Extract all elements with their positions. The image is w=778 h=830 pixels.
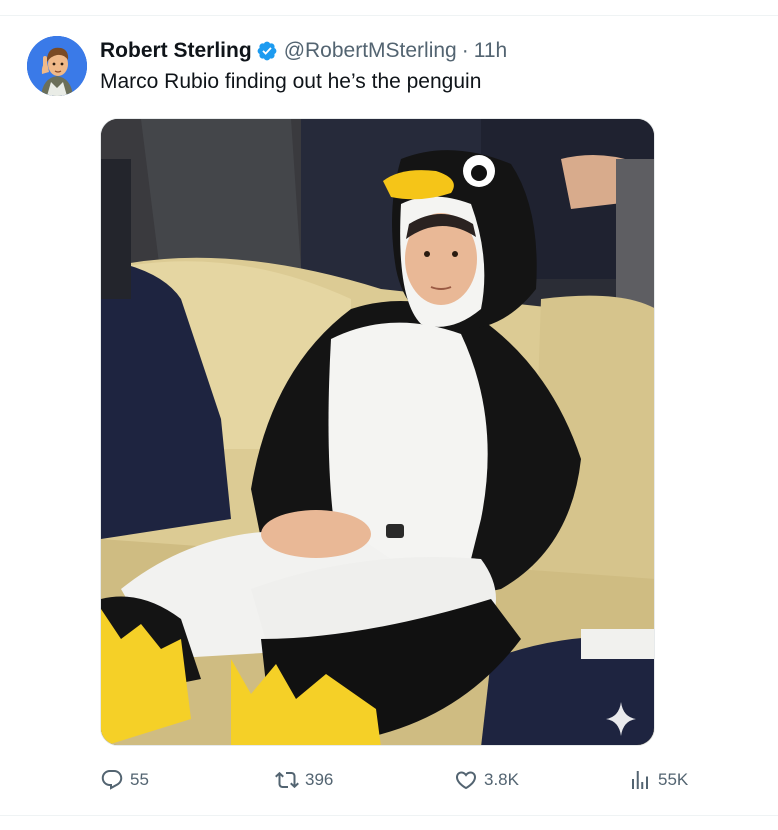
- views-icon: [632, 771, 648, 789]
- tweet-text: Marco Rubio finding out he’s the penguin: [100, 70, 482, 93]
- handle[interactable]: @RobertMSterling: [284, 39, 457, 63]
- reply-icon: [101, 770, 123, 790]
- views-button[interactable]: 55K: [628, 766, 688, 794]
- heart-icon: [455, 771, 477, 790]
- views-count: 55K: [658, 770, 689, 789]
- separator-dot: ·: [461, 39, 469, 62]
- retweet-button[interactable]: 396: [275, 766, 333, 794]
- photo-illustration: [101, 119, 654, 745]
- verified-badge-icon[interactable]: [256, 40, 278, 62]
- display-name[interactable]: Robert Sterling: [100, 39, 252, 63]
- retweet-icon: [275, 771, 299, 789]
- top-divider: [0, 15, 778, 16]
- bottom-divider: [0, 815, 778, 816]
- avatar-illustration: [27, 36, 87, 96]
- tweet-header: Robert Sterling @RobertMSterling · 11h: [100, 36, 507, 66]
- timestamp[interactable]: 11h: [474, 39, 507, 63]
- reply-count: 55: [130, 770, 149, 789]
- like-button[interactable]: 3.8K: [454, 766, 519, 794]
- reply-button[interactable]: 55: [100, 766, 149, 794]
- like-count: 3.8K: [484, 770, 519, 789]
- avatar[interactable]: [27, 36, 87, 96]
- tweet-actions: 55 396 3.8K 55K: [100, 766, 700, 794]
- retweet-count: 396: [305, 770, 334, 789]
- tweet-photo[interactable]: [100, 118, 655, 746]
